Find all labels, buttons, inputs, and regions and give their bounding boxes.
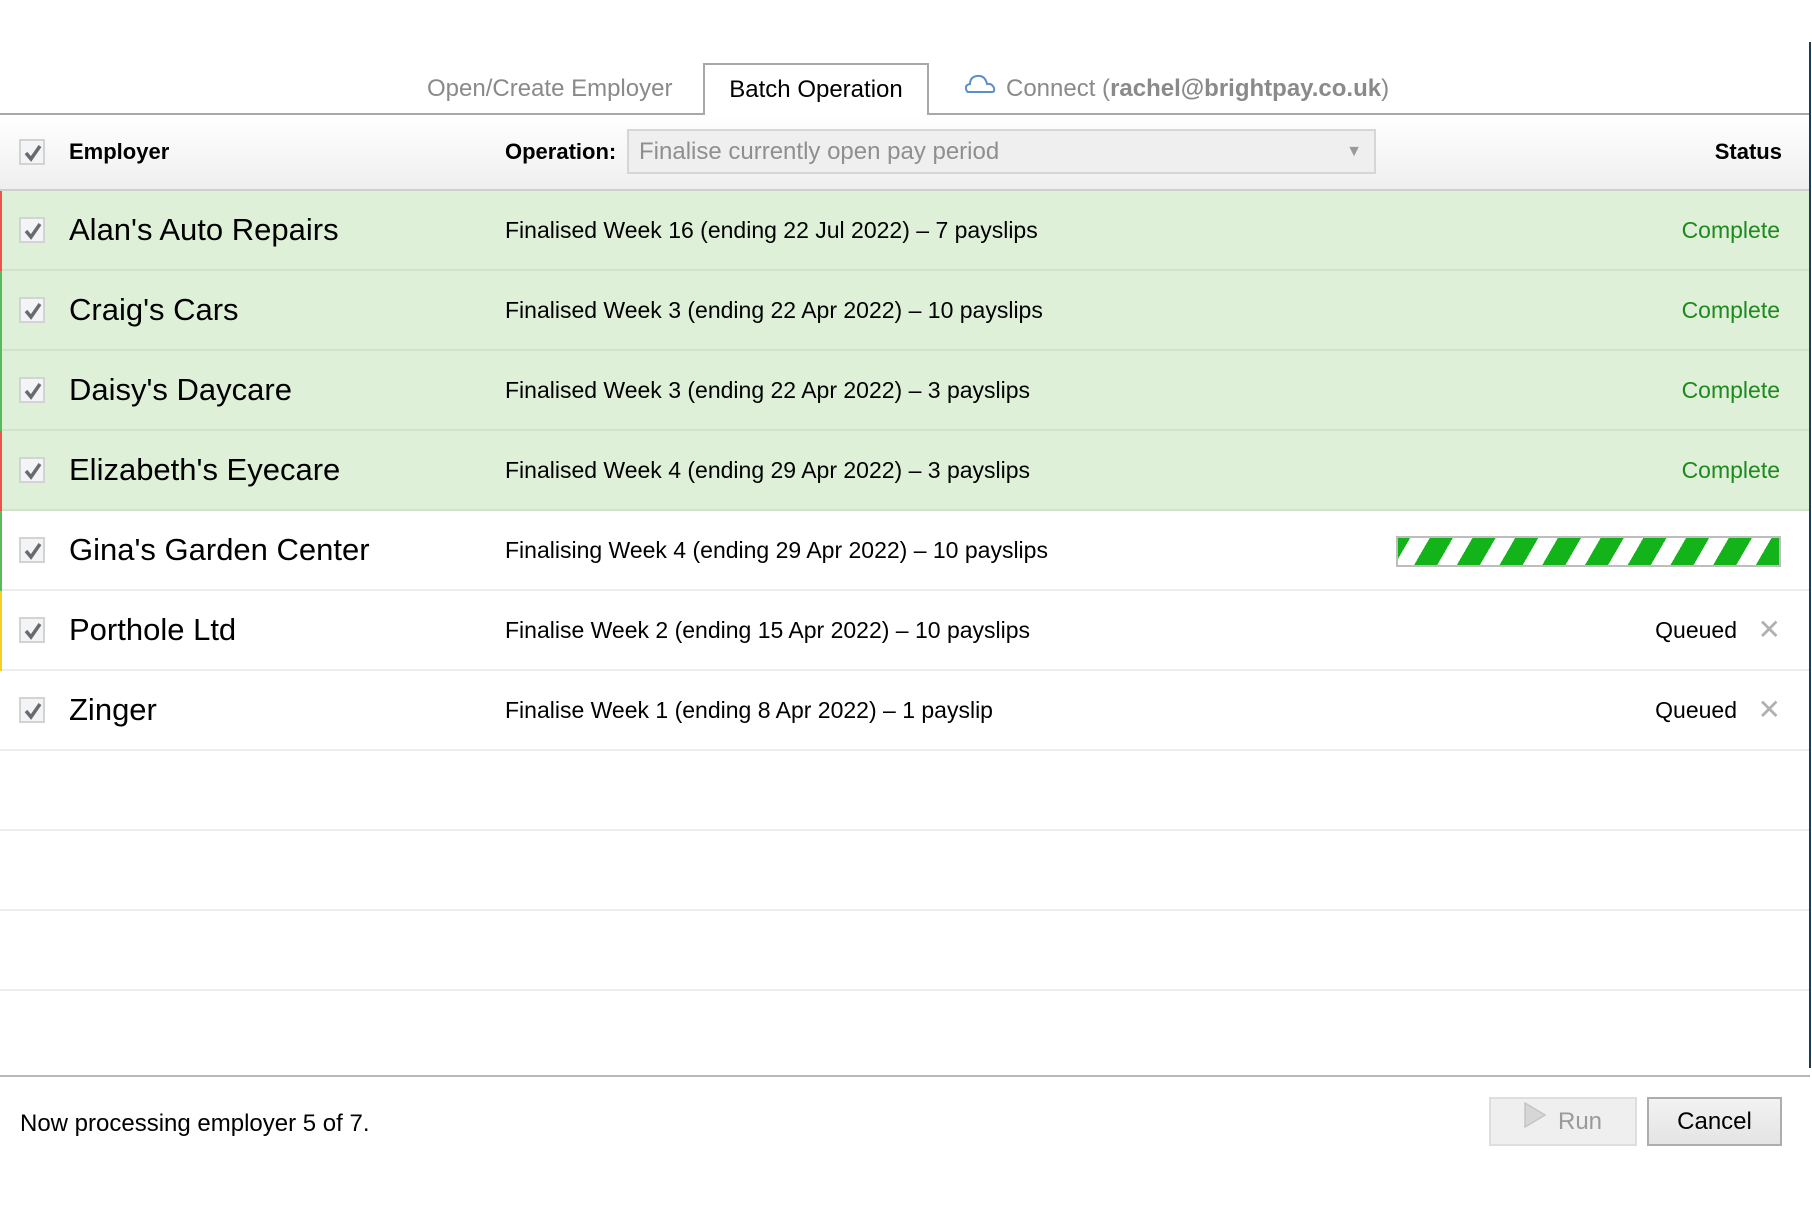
checkmark-icon	[24, 383, 42, 400]
checkmark-icon	[24, 703, 42, 720]
operation-description: Finalised Week 16 (ending 22 Jul 2022) –…	[505, 217, 1038, 243]
employer-name: Gina's Garden Center	[69, 532, 370, 567]
status-text: Queued	[1655, 617, 1737, 643]
footer-divider	[0, 1075, 1810, 1077]
status-column-header: Status	[1714, 139, 1782, 164]
row-status-strip	[0, 351, 2, 431]
operation-description: Finalised Week 3 (ending 22 Apr 2022) – …	[505, 377, 1031, 403]
operation-label: Operation:	[505, 139, 617, 164]
progress-bar	[1396, 536, 1781, 567]
employer-row[interactable]: Gina's Garden Center Finalising Week 4 (…	[0, 511, 1809, 591]
employer-list: Alan's Auto Repairs Finalised Week 16 (e…	[0, 191, 1809, 991]
checkmark-icon	[24, 623, 42, 640]
status-text: Complete	[1681, 457, 1780, 483]
employer-row[interactable]: Porthole Ltd Finalise Week 2 (ending 15 …	[0, 591, 1809, 671]
row-status-strip	[0, 431, 2, 511]
operation-description: Finalising Week 4 (ending 29 Apr 2022) –…	[505, 537, 1048, 563]
operation-description: Finalised Week 4 (ending 29 Apr 2022) – …	[505, 457, 1031, 483]
row-checkbox[interactable]	[19, 697, 45, 723]
checkmark-icon	[24, 303, 42, 320]
play-icon	[1524, 1098, 1547, 1143]
cancel-button[interactable]: Cancel	[1647, 1097, 1782, 1146]
employer-name: Porthole Ltd	[69, 612, 237, 647]
row-status-strip	[0, 271, 2, 351]
status-text: Complete	[1681, 377, 1780, 403]
empty-row	[0, 751, 1809, 831]
tab-bar: Open/Create Employer Batch Operation Con…	[0, 0, 1810, 115]
status-text: Complete	[1681, 297, 1780, 323]
window-edge	[1809, 42, 1811, 1068]
tab-open-create-employer[interactable]: Open/Create Employer	[427, 64, 672, 114]
row-checkbox[interactable]	[19, 297, 45, 323]
close-icon[interactable]: ✕	[1758, 671, 1781, 749]
row-status-strip	[0, 511, 2, 591]
employer-name: Zinger	[69, 692, 157, 727]
tab-connect[interactable]: Connect (rachel@brightpay.co.uk)	[964, 64, 1389, 114]
row-checkbox[interactable]	[19, 537, 45, 563]
checkmark-icon	[24, 145, 42, 162]
operation-description: Finalise Week 1 (ending 8 Apr 2022) – 1 …	[505, 697, 993, 723]
row-checkbox[interactable]	[19, 457, 45, 483]
connect-label: Connect (	[1006, 75, 1111, 102]
employer-row[interactable]: Daisy's Daycare Finalised Week 3 (ending…	[0, 351, 1809, 431]
checkmark-icon	[24, 463, 42, 480]
employer-row[interactable]: Craig's Cars Finalised Week 3 (ending 22…	[0, 271, 1809, 351]
row-status-strip	[0, 591, 2, 671]
status-text: Complete	[1681, 217, 1780, 243]
progress-message: Now processing employer 5 of 7.	[20, 1110, 370, 1137]
select-all-checkbox[interactable]	[19, 139, 45, 165]
checkmark-icon	[24, 223, 42, 240]
status-text: Queued	[1655, 697, 1737, 723]
employer-row[interactable]: Elizabeth's Eyecare Finalised Week 4 (en…	[0, 431, 1809, 511]
empty-row	[0, 911, 1809, 991]
close-icon[interactable]: ✕	[1758, 591, 1781, 669]
row-status-strip	[0, 671, 2, 751]
row-checkbox[interactable]	[19, 377, 45, 403]
row-checkbox[interactable]	[19, 217, 45, 243]
employer-row[interactable]: Alan's Auto Repairs Finalised Week 16 (e…	[0, 191, 1809, 271]
employer-name: Elizabeth's Eyecare	[69, 452, 341, 487]
operation-select[interactable]: Finalise currently open pay period ▼	[627, 129, 1376, 174]
employer-name: Craig's Cars	[69, 292, 239, 327]
checkmark-icon	[24, 543, 42, 560]
tab-batch-operation[interactable]: Batch Operation	[703, 63, 929, 115]
row-status-strip	[0, 191, 2, 271]
run-button[interactable]: Run	[1489, 1097, 1637, 1146]
cloud-icon	[964, 62, 996, 112]
chevron-down-icon: ▼	[1346, 143, 1362, 160]
connect-email: rachel@brightpay.co.uk	[1110, 75, 1382, 102]
grid-header: Employer Operation: Finalise currently o…	[0, 115, 1809, 191]
run-label: Run	[1557, 1108, 1603, 1135]
employer-name: Daisy's Daycare	[69, 372, 292, 407]
connect-label-end: )	[1381, 75, 1390, 102]
operation-description: Finalise Week 2 (ending 15 Apr 2022) – 1…	[505, 617, 1031, 643]
operation-description: Finalised Week 3 (ending 22 Apr 2022) – …	[505, 297, 1043, 323]
employer-name: Alan's Auto Repairs	[69, 212, 339, 247]
row-checkbox[interactable]	[19, 617, 45, 643]
operation-select-value: Finalise currently open pay period	[639, 138, 1000, 165]
empty-row	[0, 831, 1809, 911]
employer-row[interactable]: Zinger Finalise Week 1 (ending 8 Apr 202…	[0, 671, 1809, 751]
employer-column-header[interactable]: Employer	[69, 115, 169, 189]
